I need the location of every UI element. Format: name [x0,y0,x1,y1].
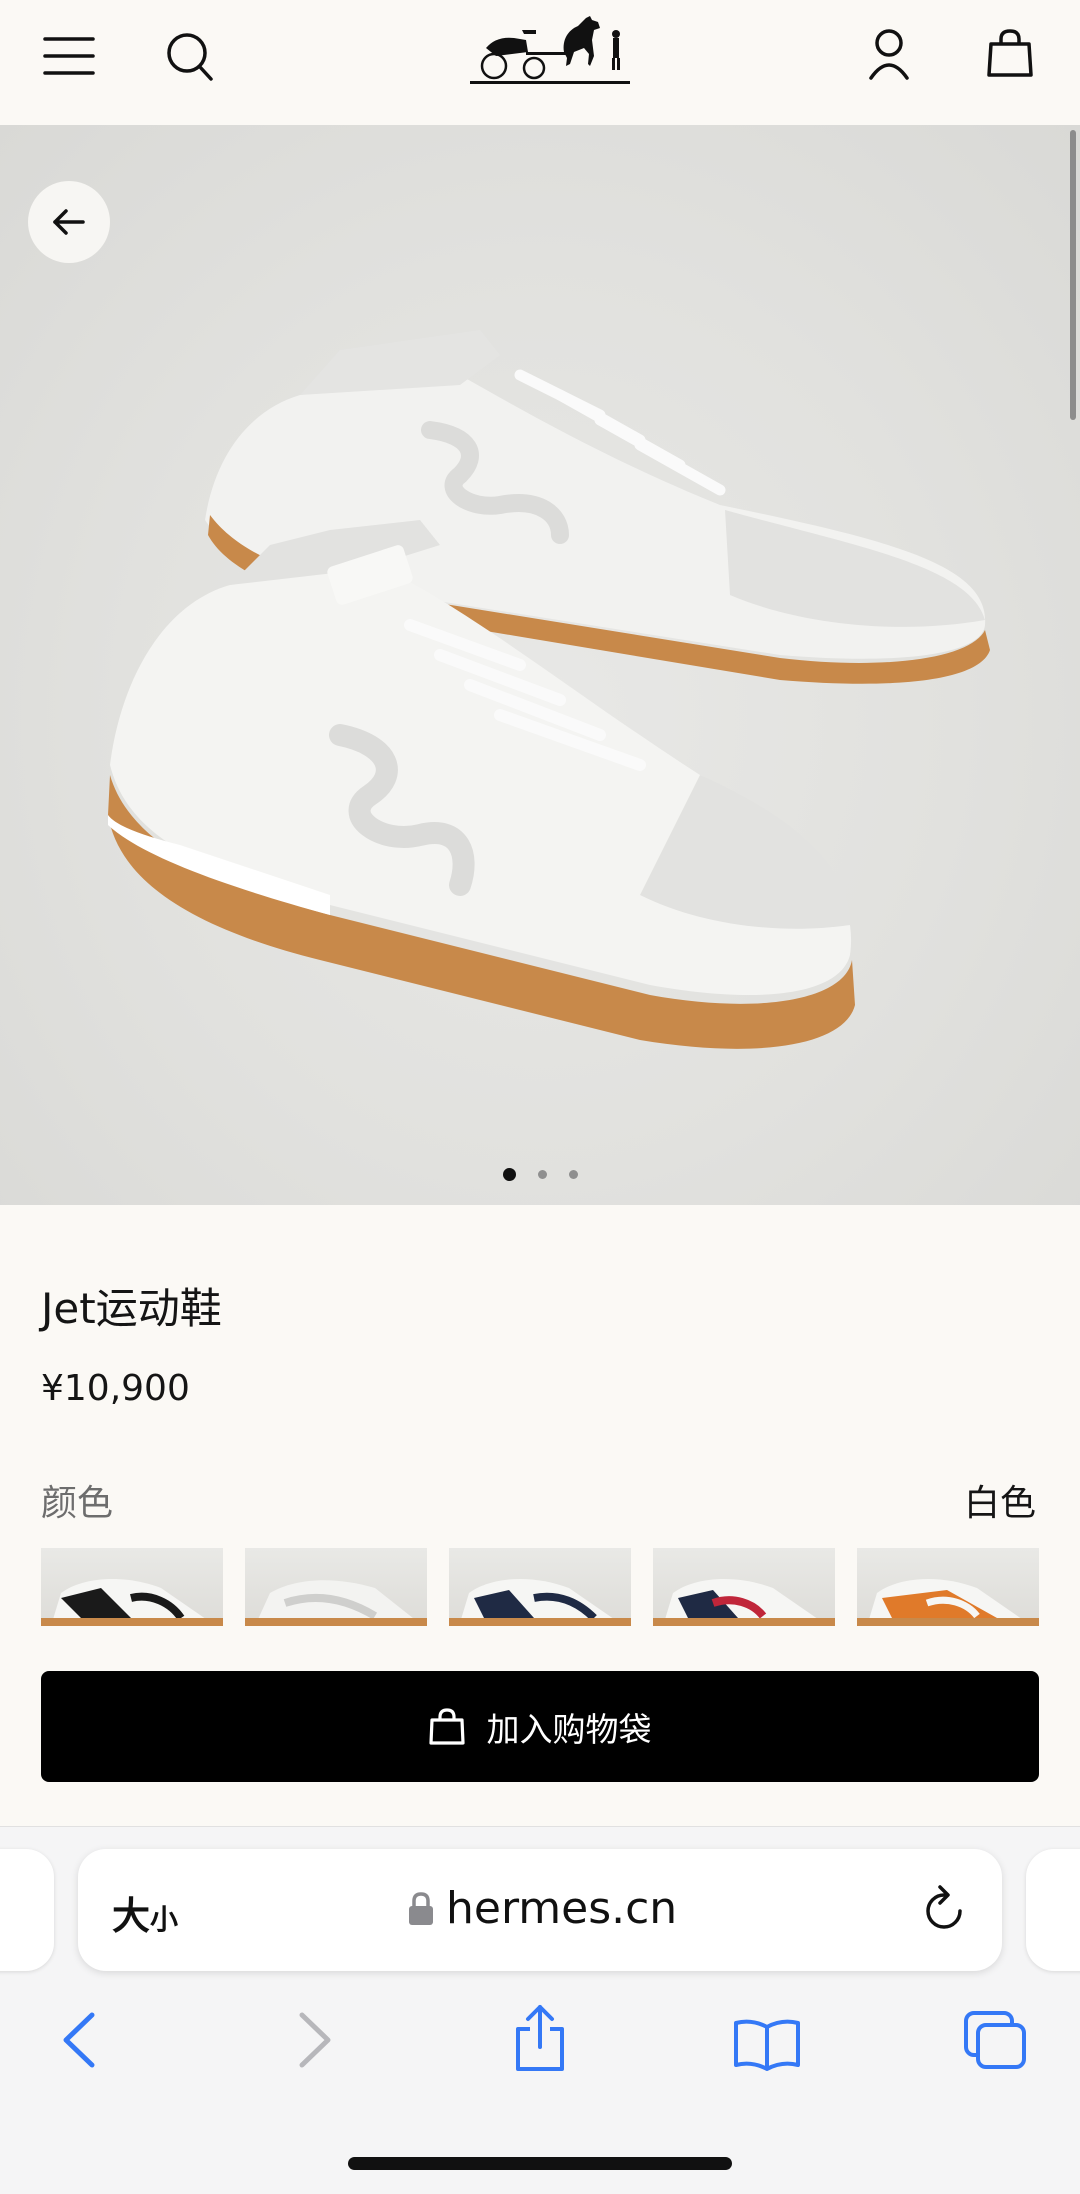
lock-icon [409,1891,433,1925]
product-image-gallery[interactable] [0,125,1080,1205]
color-swatch-list [41,1548,1039,1626]
product-image [108,330,990,1049]
search-icon[interactable] [166,32,214,82]
selected-color-value: 白色 [963,1483,1036,1524]
back-button[interactable] [28,181,110,263]
gallery-pagination-dots [0,1168,1080,1181]
text-size-button[interactable]: 大小 [112,1885,178,1940]
gallery-dot-2[interactable] [537,1170,547,1179]
address-bar[interactable]: 大小 hermes.cn [78,1849,1002,1971]
text-size-label-large: 大 [112,1894,151,1938]
text-size-label-small: 小 [150,1903,179,1936]
color-swatch-navy-white[interactable] [449,1548,631,1626]
color-swatch-black-white[interactable] [41,1548,223,1626]
forward-icon[interactable] [296,2011,334,2073]
next-tab-preview[interactable] [1026,1849,1080,1971]
shopping-bag-icon [428,1707,465,1745]
browser-toolbar: 大小 hermes.cn [0,1826,1080,2194]
arrow-left-icon [53,209,85,235]
home-indicator[interactable] [348,2157,732,2170]
share-icon[interactable] [512,2003,568,2077]
color-label: 颜色 [41,1483,114,1524]
color-swatch-orange-white[interactable] [857,1548,1039,1626]
add-to-bag-label: 加入购物袋 [486,1709,652,1749]
color-swatch-navy-red[interactable] [653,1548,835,1626]
shopping-bag-icon[interactable] [986,28,1034,78]
reload-icon[interactable] [920,1883,968,1937]
product-title: Jet运动鞋 [41,1284,222,1333]
previous-tab-preview[interactable] [0,1849,54,1971]
add-to-bag-button[interactable]: 加入购物袋 [41,1671,1039,1782]
url-display[interactable]: hermes.cn [408,1883,677,1934]
tabs-icon[interactable] [962,2009,1028,2075]
back-icon[interactable] [60,2011,98,2073]
color-swatch-grey-white[interactable] [245,1548,427,1626]
top-navigation-bar [0,0,1080,125]
gallery-dot-3[interactable] [568,1170,578,1179]
url-text: hermes.cn [446,1883,678,1934]
bookmarks-icon[interactable] [732,2017,802,2075]
scroll-indicator[interactable] [1070,130,1076,420]
product-price: ¥10,900 [41,1368,190,1409]
account-icon[interactable] [868,28,910,80]
menu-icon[interactable] [42,34,96,78]
hermes-logo[interactable] [466,8,636,90]
gallery-dot-1[interactable] [502,1168,516,1181]
